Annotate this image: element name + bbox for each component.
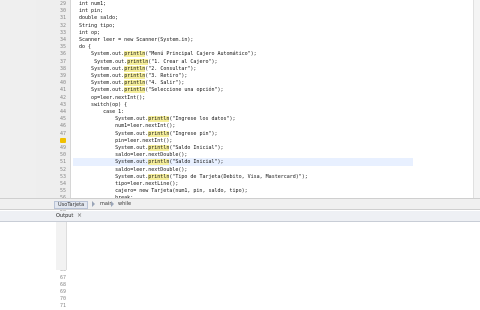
highlighted-token: println — [124, 80, 146, 87]
breakpoint-marker-icon[interactable] — [60, 137, 66, 143]
breadcrumb-separator-icon — [111, 201, 114, 207]
editor-scrollbar[interactable] — [473, 0, 480, 198]
breadcrumb: UsoTarjeta main while — [0, 198, 480, 210]
output-toolbar — [56, 222, 67, 270]
code-editor[interactable]: int num1; int pin; double saldo; String … — [71, 0, 480, 198]
line-number: 71 — [59, 303, 66, 310]
highlighted-token: println — [148, 145, 170, 151]
tab-output[interactable]: Output — [56, 213, 73, 219]
highlighted-token: println — [124, 65, 146, 72]
highlighted-token: println — [127, 58, 149, 65]
output-panel[interactable] — [0, 222, 480, 270]
breadcrumb-separator-icon — [92, 201, 95, 207]
left-panel-strip — [0, 0, 37, 198]
highlighted-token: println — [124, 73, 146, 79]
breadcrumb-item-class[interactable]: UsoTarjeta — [54, 201, 89, 209]
highlighted-token: println — [148, 173, 170, 180]
line-number-gutter: 2930313233343536373839404142434445464748… — [36, 0, 71, 309]
highlighted-token: println — [148, 159, 170, 166]
close-icon[interactable]: × — [77, 212, 82, 219]
code-line: Scanner leer = new Scanner(System.in); — [73, 37, 194, 43]
highlighted-token: println — [124, 51, 146, 58]
breadcrumb-item-loop[interactable]: while — [115, 201, 134, 207]
highlighted-token: println — [148, 116, 170, 123]
highlighted-token: println — [148, 130, 170, 137]
output-tab-bar: Output × — [0, 211, 480, 222]
highlighted-token: println — [124, 87, 146, 94]
